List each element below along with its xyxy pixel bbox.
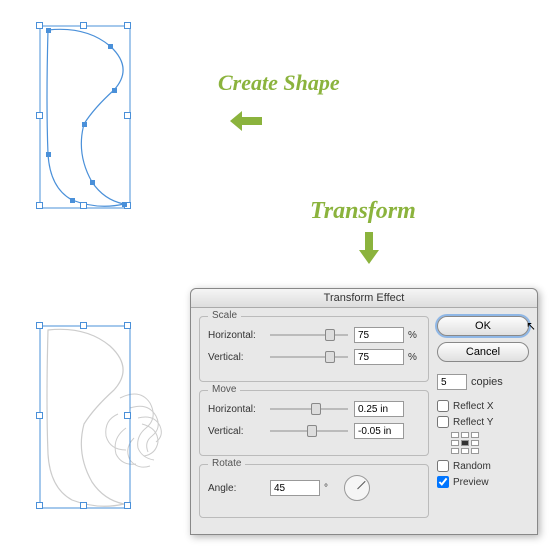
origin-grid[interactable] [451,432,483,456]
transform-label: Transform [310,198,416,225]
scale-vertical-label: Vertical: [208,352,270,363]
scale-group: Scale Horizontal: % Vertical: % [199,316,429,382]
dialog-title: Transform Effect [191,289,537,308]
rotate-angle-input[interactable] [270,480,320,496]
scale-group-label: Scale [208,310,241,321]
scale-horizontal-slider[interactable] [270,328,348,342]
rotate-angle-unit: ° [324,483,336,494]
move-vertical-input[interactable] [354,423,404,439]
scale-horizontal-unit: % [408,330,420,341]
reflect-y-checkbox[interactable]: Reflect Y [437,416,529,428]
rotate-angle-label: Angle: [208,483,270,494]
preview-checkbox[interactable]: Preview [437,476,529,488]
arrow-down-icon [356,230,382,266]
scale-vertical-unit: % [408,352,420,363]
ok-button[interactable]: OK↖ [437,316,529,336]
random-checkbox[interactable]: Random [437,460,529,472]
move-vertical-label: Vertical: [208,426,270,437]
move-horizontal-input[interactable] [354,401,404,417]
rotate-group: Rotate Angle: ° [199,464,429,518]
copies-label: copies [471,376,503,388]
create-shape-label: Create Shape [218,70,340,96]
copies-input[interactable] [437,374,467,390]
arrow-left-icon [228,108,264,134]
scale-horizontal-label: Horizontal: [208,330,270,341]
scale-vertical-input[interactable] [354,349,404,365]
reflect-x-checkbox[interactable]: Reflect X [437,400,529,412]
scale-horizontal-input[interactable] [354,327,404,343]
move-group: Move Horizontal: Vertical: [199,390,429,456]
move-horizontal-label: Horizontal: [208,404,270,415]
scale-vertical-slider[interactable] [270,350,348,364]
selected-shape-bottom[interactable] [38,324,132,510]
move-vertical-slider[interactable] [270,424,348,438]
rotate-group-label: Rotate [208,458,245,469]
selected-shape-top[interactable] [38,24,132,210]
shape-path-top [38,24,132,210]
shape-path-bottom [38,324,132,510]
cancel-button[interactable]: Cancel [437,342,529,362]
rotate-dial[interactable] [344,475,370,501]
move-group-label: Move [208,384,240,395]
cursor-icon: ↖ [526,319,536,333]
transform-effect-dialog: Transform Effect Scale Horizontal: % Ver… [190,288,538,535]
move-horizontal-slider[interactable] [270,402,348,416]
